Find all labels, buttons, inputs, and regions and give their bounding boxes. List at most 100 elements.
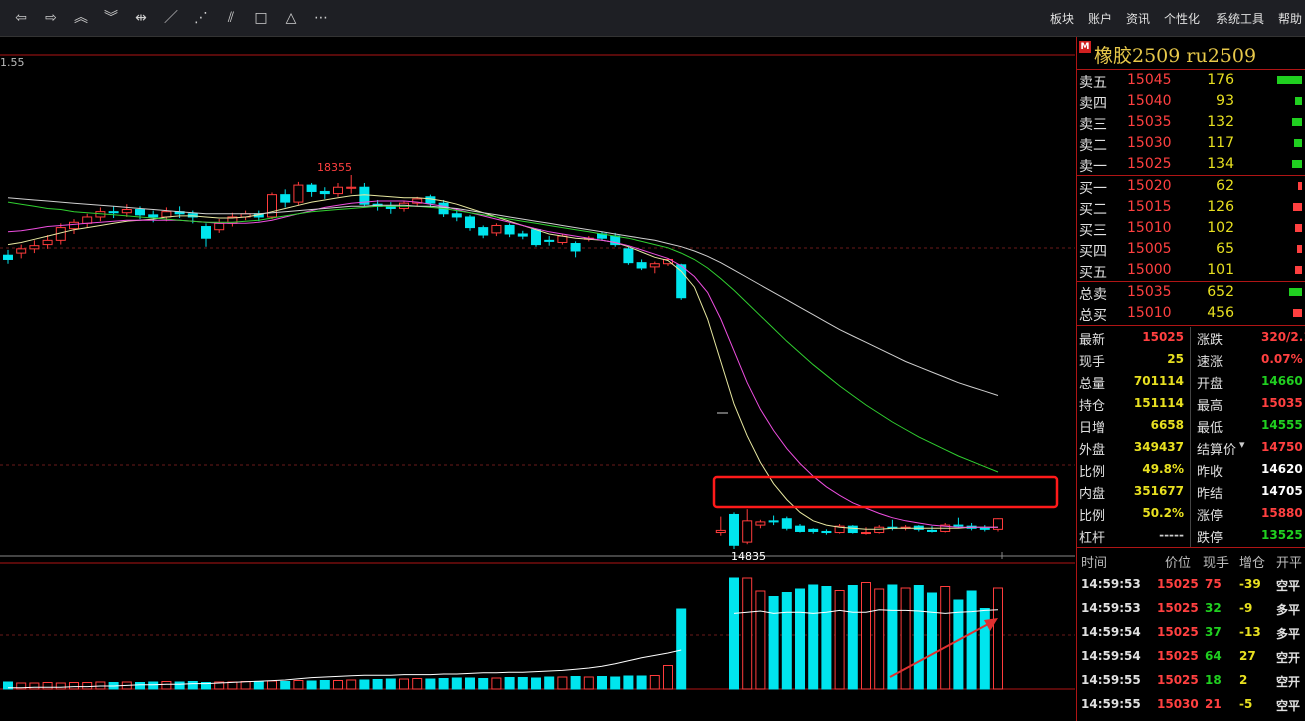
quote-label: 昨收 bbox=[1197, 465, 1224, 480]
ask-row[interactable]: 卖三 15035 132 bbox=[1077, 112, 1305, 133]
bid-row[interactable]: 买三 15010 102 bbox=[1077, 218, 1305, 239]
menu-personalize[interactable]: 个性化 bbox=[1164, 10, 1200, 27]
trade-kp: 空开 bbox=[1276, 675, 1301, 689]
quote-value: 25 bbox=[1167, 352, 1184, 366]
ask-volume: 134 bbox=[1207, 156, 1234, 172]
candle bbox=[491, 224, 502, 234]
candle bbox=[42, 239, 53, 246]
bid-volume-bar bbox=[1294, 266, 1302, 274]
high-price-label: 18355 bbox=[317, 161, 352, 174]
volume-bar bbox=[821, 586, 832, 690]
ray-icon[interactable]: ⋰ bbox=[190, 8, 212, 28]
trade-hand: 64 bbox=[1205, 649, 1222, 663]
market-m-icon: M bbox=[1079, 41, 1091, 53]
trade-price: 15025 bbox=[1157, 673, 1199, 687]
volume-bar bbox=[900, 587, 911, 690]
quote-value: 14555 bbox=[1261, 418, 1303, 432]
volume-bar bbox=[346, 679, 357, 690]
trade-row: 14:59:55 15030 21 -5 空平 bbox=[1077, 692, 1305, 716]
kline-chart[interactable]: 1.55 18355 14835 bbox=[0, 37, 1075, 721]
candle bbox=[927, 529, 937, 532]
volume-bar bbox=[240, 681, 251, 690]
candle bbox=[504, 224, 515, 235]
trade-kp: 多平 bbox=[1276, 627, 1301, 641]
volume-bar bbox=[29, 682, 40, 690]
candle bbox=[333, 186, 343, 195]
arrow-right-icon[interactable]: ⇨ bbox=[40, 8, 62, 28]
candle bbox=[517, 233, 528, 237]
total-price: 15035 bbox=[1127, 284, 1172, 300]
more-icon[interactable]: ⋯ bbox=[310, 8, 332, 28]
volume-bar bbox=[253, 681, 264, 690]
candle bbox=[913, 525, 924, 530]
line-icon[interactable]: ／ bbox=[160, 8, 182, 28]
total-row[interactable]: 总卖 15035 652 bbox=[1077, 282, 1305, 303]
volume-bar bbox=[227, 681, 238, 690]
dropdown-icon[interactable]: ▾ bbox=[1239, 438, 1245, 451]
candle bbox=[293, 184, 304, 203]
candle bbox=[3, 254, 13, 260]
rect-icon[interactable]: □ bbox=[250, 8, 272, 28]
quote-value: 15025 bbox=[1142, 330, 1184, 344]
triangle-icon[interactable]: △ bbox=[280, 8, 302, 28]
menu-system-tools[interactable]: 系统工具 bbox=[1216, 10, 1264, 27]
ask-row[interactable]: 卖一 15025 134 bbox=[1077, 154, 1305, 175]
quote-row: 比例 50.2% 涨停 15880 bbox=[1077, 502, 1305, 524]
quote-row: 总量 701114 开盘 14660 bbox=[1077, 370, 1305, 392]
bid-price: 15020 bbox=[1127, 178, 1172, 194]
quote-value: 14705 bbox=[1261, 484, 1303, 498]
quote-label: 现手 bbox=[1079, 355, 1106, 370]
volume-bar bbox=[544, 676, 555, 690]
ask-row[interactable]: 卖四 15040 93 bbox=[1077, 91, 1305, 112]
quote-value: 320/2.18% bbox=[1261, 330, 1305, 344]
ask-price: 15045 bbox=[1127, 72, 1172, 88]
ask-price: 15030 bbox=[1127, 135, 1172, 151]
bid-price: 15005 bbox=[1127, 241, 1172, 257]
ask-row[interactable]: 卖五 15045 176 bbox=[1077, 70, 1305, 91]
candle bbox=[135, 209, 145, 216]
volume-bar bbox=[465, 677, 475, 690]
menu-help[interactable]: 帮助 bbox=[1278, 10, 1302, 27]
volume-bar bbox=[161, 681, 172, 690]
volume-bar bbox=[174, 681, 185, 690]
bid-volume-bar bbox=[1293, 203, 1302, 211]
volume-bar bbox=[570, 676, 581, 690]
menu-sector[interactable]: 板块 bbox=[1050, 10, 1074, 27]
bid-price: 15010 bbox=[1127, 220, 1172, 236]
total-volume: 456 bbox=[1207, 305, 1234, 321]
fit-icon[interactable]: ⇹ bbox=[130, 8, 152, 28]
total-volume-bar bbox=[1293, 309, 1302, 317]
volume-bar bbox=[517, 677, 528, 690]
arrow-left-icon[interactable]: ⇦ bbox=[10, 8, 32, 28]
quote-value: 49.8% bbox=[1142, 462, 1184, 476]
bid-row[interactable]: 买四 15005 65 bbox=[1077, 239, 1305, 260]
double-up-icon[interactable]: ︽ bbox=[70, 8, 92, 28]
menu-news[interactable]: 资讯 bbox=[1126, 10, 1150, 27]
trade-time: 14:59:54 bbox=[1081, 625, 1141, 639]
trade-oi: -13 bbox=[1239, 625, 1261, 639]
chart-canvas[interactable] bbox=[0, 37, 1075, 721]
ask-row[interactable]: 卖二 15030 117 bbox=[1077, 133, 1305, 154]
volume-bar bbox=[729, 577, 739, 690]
volume-bar bbox=[953, 599, 964, 690]
parallel-icon[interactable]: ⫽ bbox=[220, 8, 242, 28]
menu-account[interactable]: 账户 bbox=[1088, 10, 1112, 27]
bid-row[interactable]: 买一 15020 62 bbox=[1077, 176, 1305, 197]
ask-volume-bar bbox=[1292, 118, 1302, 126]
quote-label: 内盘 bbox=[1079, 487, 1106, 502]
trade-row: 14:59:54 15025 37 -13 多平 bbox=[1077, 620, 1305, 644]
volume-bar bbox=[781, 592, 792, 690]
volume-bar bbox=[504, 677, 515, 690]
contract-title-bar: M 橡胶2509 ru2509 bbox=[1077, 37, 1305, 70]
bid-row[interactable]: 买二 15015 126 bbox=[1077, 197, 1305, 218]
bid-row[interactable]: 买五 15000 101 bbox=[1077, 260, 1305, 281]
candle bbox=[319, 190, 330, 195]
contract-name: 橡胶2509 ru2509 bbox=[1094, 45, 1257, 67]
double-down-icon[interactable]: ︾ bbox=[100, 8, 122, 28]
candle bbox=[808, 528, 819, 532]
candle bbox=[861, 532, 871, 535]
trade-time: 14:59:55 bbox=[1081, 697, 1141, 711]
total-row[interactable]: 总买 15010 456 bbox=[1077, 303, 1305, 324]
trade-row: 14:59:55 15025 18 2 空开 bbox=[1077, 668, 1305, 692]
ask-volume: 176 bbox=[1207, 72, 1234, 88]
